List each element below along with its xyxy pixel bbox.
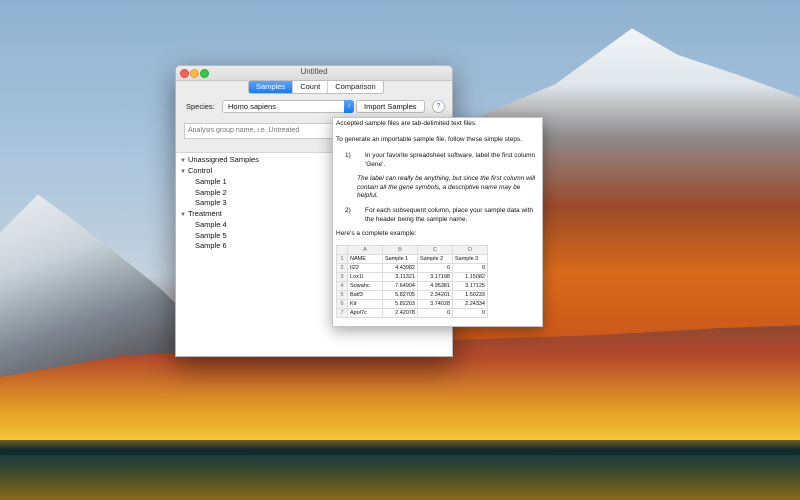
help-example-label: Here's a complete example: bbox=[336, 230, 417, 237]
disclosure-triangle-icon[interactable]: ▼ bbox=[180, 212, 186, 218]
disclosure-triangle-icon[interactable]: ▼ bbox=[180, 169, 186, 175]
sheet-row-number: 5 bbox=[336, 290, 348, 300]
help-button[interactable]: ? bbox=[432, 100, 445, 113]
sheet-row: 1 NAME Sample 1 Sample 2 Sample 3 bbox=[336, 254, 488, 264]
step-text: For each subsequent column, place your s… bbox=[365, 207, 534, 223]
sheet-col-header: C bbox=[417, 245, 453, 255]
sheet-cell: Sample 1 bbox=[382, 254, 418, 264]
sheet-cell: 2.34201 bbox=[417, 290, 453, 300]
tree-group-control[interactable]: ▼ Control bbox=[180, 166, 212, 175]
tree-group-label: Control bbox=[187, 166, 213, 175]
species-label: Species: bbox=[186, 102, 215, 111]
tab-bar: Samples Count Comparison bbox=[248, 80, 384, 94]
tree-sample-item[interactable]: Sample 5 bbox=[195, 231, 227, 240]
tree-sample-item[interactable]: Sample 1 bbox=[195, 177, 227, 186]
species-select[interactable]: Homo sapiens ↕ bbox=[222, 100, 354, 113]
tree-group-unassigned[interactable]: ▼ Unassigned Samples bbox=[180, 155, 259, 164]
tree-sample-item[interactable]: Sample 3 bbox=[195, 198, 227, 207]
sheet-cell: 7.64904 bbox=[382, 281, 418, 291]
import-samples-button[interactable]: Import Samples bbox=[356, 100, 425, 113]
sheet-row-number: 6 bbox=[336, 299, 348, 309]
help-step-1-note: The label can really be anything, but si… bbox=[357, 175, 536, 199]
sheet-cell: 1.15082 bbox=[452, 272, 488, 282]
tree-sample-item[interactable]: Sample 4 bbox=[195, 220, 227, 229]
tree-group-label: Unassigned Samples bbox=[187, 155, 259, 164]
sheet-row-number: 1 bbox=[336, 254, 348, 264]
sheet-cell: 1.50233 bbox=[452, 290, 488, 300]
tab-comparison[interactable]: Comparison bbox=[327, 81, 382, 93]
step-number: 1) bbox=[345, 152, 351, 159]
sheet-cell: Apol7c bbox=[347, 308, 383, 318]
tree-sample-item[interactable]: Sample 6 bbox=[195, 241, 227, 250]
sheet-cell: 0 bbox=[452, 308, 488, 318]
step-text: In your favorite spreadsheet software, l… bbox=[365, 152, 536, 168]
sheet-cell: 3.17125 bbox=[452, 281, 488, 291]
wallpaper-mountain-left bbox=[0, 194, 190, 375]
sheet-row-number: 7 bbox=[336, 308, 348, 318]
sheet-cell: Il22 bbox=[347, 263, 383, 273]
sheet-col-header: B bbox=[382, 245, 418, 255]
example-spreadsheet: A B C D 1 NAME Sample 1 Sample 2 Sample … bbox=[336, 245, 488, 318]
window-title: Untitled bbox=[300, 67, 328, 76]
sheet-row-number: 2 bbox=[336, 263, 348, 273]
tree-sample-item[interactable]: Sample 2 bbox=[195, 188, 227, 197]
sheet-row-number: 3 bbox=[336, 272, 348, 282]
tree-group-treatment[interactable]: ▼ Treatment bbox=[180, 209, 222, 218]
sheet-cell: Sample 2 bbox=[417, 254, 453, 264]
disclosure-triangle-icon[interactable]: ▼ bbox=[180, 158, 186, 164]
chevron-updown-icon: ↕ bbox=[344, 100, 354, 113]
sheet-row: 5 Batf3 5.82705 2.34201 1.50233 bbox=[336, 290, 488, 300]
wallpaper-lake bbox=[0, 455, 800, 500]
sheet-cell: 4.95381 bbox=[417, 281, 453, 291]
sheet-cell: Sowahc bbox=[347, 281, 383, 291]
sheet-row: 7 Apol7c 2.42078 0 0 bbox=[336, 308, 488, 318]
sheet-cell: NAME bbox=[347, 254, 383, 264]
sheet-cell: 4.43982 bbox=[382, 263, 418, 273]
sheet-row: 4 Sowahc 7.64904 4.95381 3.17125 bbox=[336, 281, 488, 291]
sheet-cell: Sample 3 bbox=[452, 254, 488, 264]
sheet-cell: 0 bbox=[417, 308, 453, 318]
sheet-header-row: A B C D bbox=[336, 245, 488, 255]
help-text-accepted: Accepted sample files are tab-delimited … bbox=[336, 120, 477, 127]
sheet-cell: 3.11321 bbox=[382, 272, 418, 282]
sheet-cell: 5.82705 bbox=[382, 290, 418, 300]
help-text-intro: To generate an importable sample file, f… bbox=[336, 136, 523, 143]
species-value: Homo sapiens bbox=[228, 102, 276, 111]
group-name-input[interactable] bbox=[184, 123, 341, 139]
sheet-cell: Kit bbox=[347, 299, 383, 309]
sheet-row-number: 4 bbox=[336, 281, 348, 291]
sheet-cell: 3.74028 bbox=[417, 299, 453, 309]
sheet-row: 3 Lox1l 3.11321 3.17198 1.15082 bbox=[336, 272, 488, 282]
sheet-cell: 2.42078 bbox=[382, 308, 418, 318]
title-bar[interactable]: Untitled bbox=[176, 66, 452, 81]
tree-group-label: Treatment bbox=[187, 209, 222, 218]
tab-count[interactable]: Count bbox=[292, 81, 327, 93]
sheet-row: 2 Il22 4.43982 0 0 bbox=[336, 263, 488, 273]
tab-samples[interactable]: Samples bbox=[249, 81, 293, 93]
sheet-cell: 0 bbox=[452, 263, 488, 273]
sheet-row: 6 Kit 5.82203 3.74028 2.24334 bbox=[336, 299, 488, 309]
sheet-col-header: A bbox=[347, 245, 383, 255]
step-number: 2) bbox=[345, 207, 351, 214]
sheet-col-header: D bbox=[452, 245, 488, 255]
help-popover: Accepted sample files are tab-delimited … bbox=[332, 117, 543, 327]
sheet-cell: 3.17198 bbox=[417, 272, 453, 282]
sheet-cell: 2.24334 bbox=[452, 299, 488, 309]
sheet-cell: 5.82203 bbox=[382, 299, 418, 309]
sheet-corner bbox=[336, 245, 348, 255]
sheet-cell: Batf3 bbox=[347, 290, 383, 300]
sheet-cell: Lox1l bbox=[347, 272, 383, 282]
sheet-cell: 0 bbox=[417, 263, 453, 273]
